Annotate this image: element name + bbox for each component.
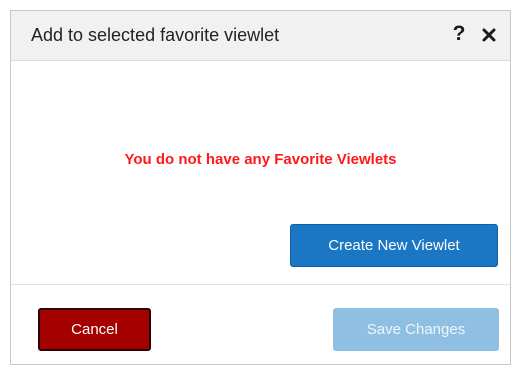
dialog-header: Add to selected favorite viewlet ? [11, 11, 510, 61]
close-icon[interactable] [482, 28, 496, 42]
dialog-body: You do not have any Favorite Viewlets Cr… [11, 61, 510, 284]
empty-state-message: You do not have any Favorite Viewlets [124, 151, 397, 168]
cancel-button[interactable]: Cancel [38, 308, 151, 351]
dialog-footer: Cancel Save Changes [11, 284, 510, 364]
dialog-title: Add to selected favorite viewlet [31, 25, 280, 45]
save-changes-button[interactable]: Save Changes [333, 308, 499, 351]
add-to-favorite-viewlet-dialog: Add to selected favorite viewlet ? You d… [10, 10, 511, 365]
question-mark-icon[interactable]: ? [450, 21, 468, 47]
create-new-viewlet-button[interactable]: Create New Viewlet [290, 224, 498, 267]
